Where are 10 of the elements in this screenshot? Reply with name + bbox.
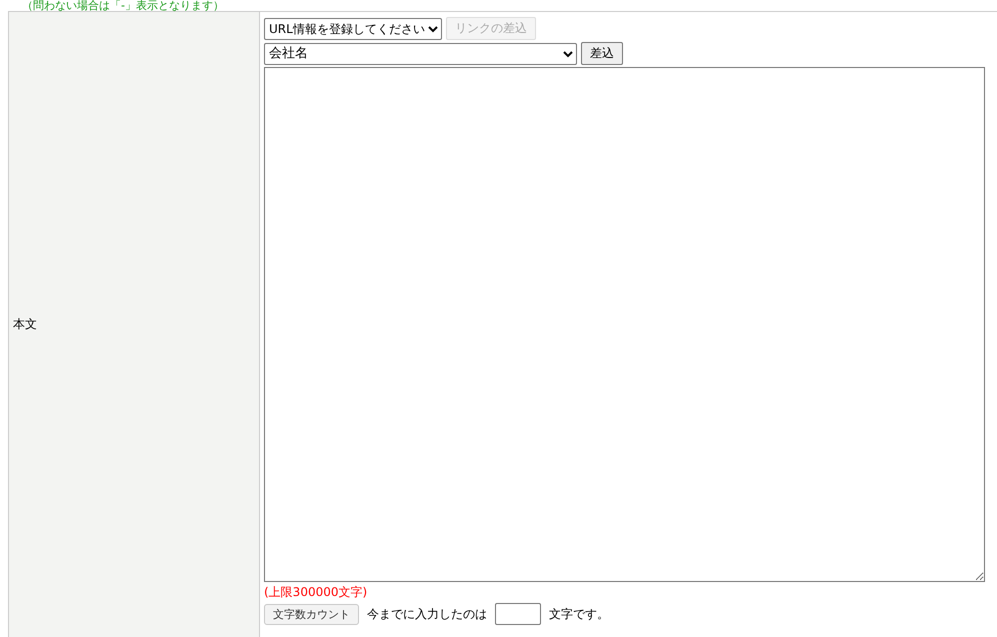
count-button[interactable]: 文字数カウント xyxy=(264,604,359,624)
note-text: （問わない場合は「-」表示となります） xyxy=(21,0,225,11)
field-select[interactable]: 会社名 xyxy=(264,42,577,64)
count-field[interactable] xyxy=(495,603,541,625)
count-suffix-text: 文字です。 xyxy=(549,606,609,622)
field-label: 本文 xyxy=(13,316,37,333)
limit-text: (上限300000文字) xyxy=(264,584,368,601)
count-prefix-text: 今までに入力したのは xyxy=(367,606,487,622)
insert-button[interactable]: 差込 xyxy=(581,42,623,65)
url-select[interactable]: URL情報を登録してください xyxy=(264,18,442,40)
